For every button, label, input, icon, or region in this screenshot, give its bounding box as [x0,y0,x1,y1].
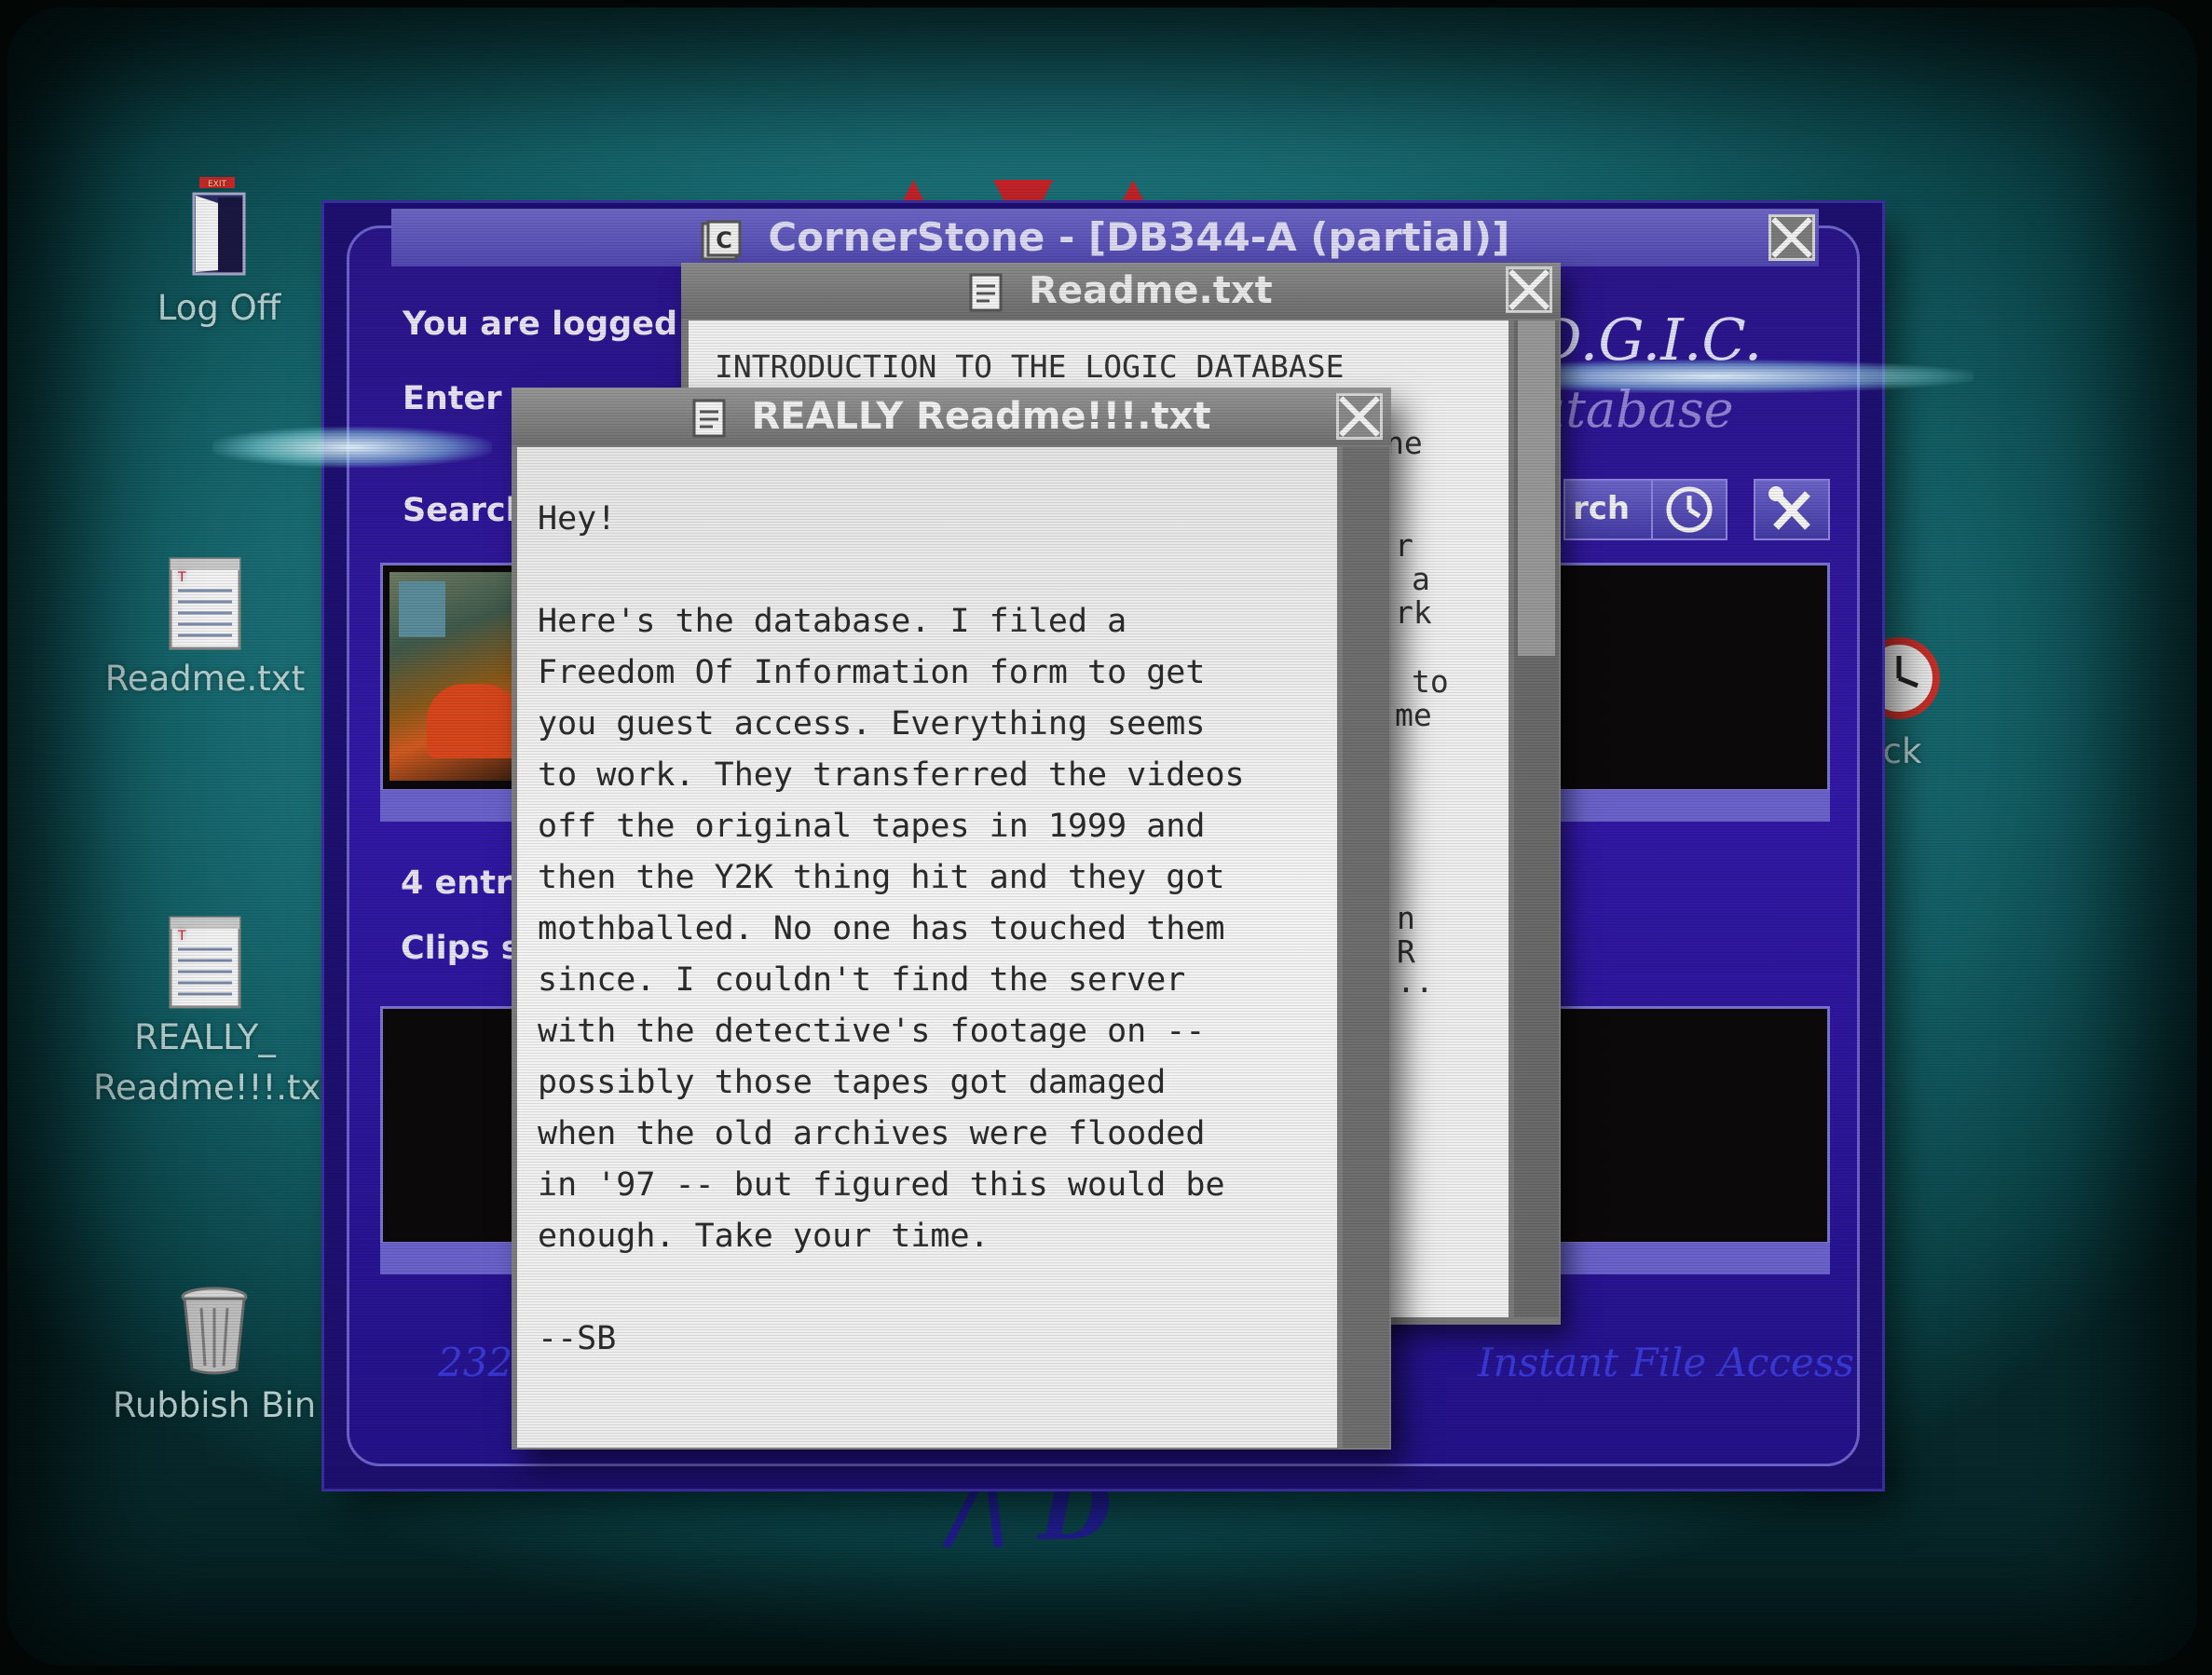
readme-fragment: r [1395,527,1413,564]
cornerstone-app-icon: C [701,220,742,260]
desktop-icon-label-line2: Readme!!!.txt [93,1068,335,1108]
footer-tagline: Instant File Access [1478,1340,1854,1385]
history-button[interactable] [1651,479,1727,540]
thumbnail-frame-art [399,581,445,637]
desktop-icon-really-readme[interactable]: T REALLY_ Readme!!!.txt [93,916,335,1113]
settings-button[interactable] [1754,479,1830,540]
readme-fragment: n [1397,900,1415,936]
desktop-icon-label: Readme.txt [104,659,306,699]
really-readme-title: REALLY Readme!!!.txt [751,395,1211,438]
desktop-icon-label: REALLY_ [134,1017,276,1057]
glow-streak-left [212,427,492,468]
clock-icon [1666,486,1713,533]
really-readme-text-area[interactable]: Hey! Here's the database. I filed a Free… [517,447,1337,1448]
svg-text:C: C [716,227,732,253]
desktop-icon-readme[interactable]: T Readme.txt [93,557,317,704]
svg-text:T: T [177,929,186,944]
svg-text:EXIT: EXIT [208,180,227,189]
readme-fragment: .. [1397,963,1434,1000]
readme-fragment: me [1395,697,1432,733]
exit-door-icon: EXIT [192,177,246,276]
desktop-icon-label: Log Off [157,288,281,328]
readme-fragment: to [1412,663,1449,700]
thumbnail-figure [427,684,520,758]
brand-subtitle-text: atabase [1536,380,1734,439]
document-icon [969,273,1003,312]
tools-icon [1768,486,1810,530]
readme-heading: INTRODUCTION TO THE LOGIC DATABASE [715,348,1345,385]
search-label: Search [403,492,529,529]
readme-fragment: rk [1395,594,1432,631]
document-icon [692,399,725,438]
really-readme-scrollbar[interactable] [1343,447,1389,1448]
readme-scrollbar[interactable] [1514,320,1559,1317]
readme-fragment: a [1412,561,1430,597]
crt-screen: ▲ ▼ ▲ /\ D EXIT Log Off T Readme.txt [7,7,2197,1666]
readme-scrollbar-thumb[interactable] [1518,320,1555,656]
really-readme-window[interactable]: REALLY Readme!!!.txt Hey! Here's the dat… [512,388,1391,1450]
text-file-icon: T [169,557,241,650]
trash-bin-icon [181,1287,248,1375]
cornerstone-title-bar[interactable]: C CornerStone - [DB344-A (partial)] [391,209,1819,266]
readme-title-bar[interactable]: Readme.txt [681,263,1561,319]
cornerstone-close-button[interactable] [1768,214,1815,261]
really-readme-body: Hey! Here's the database. I filed a Free… [538,500,1245,1357]
desktop-icon-label: Rubbish Bin [112,1385,317,1425]
desktop-icon-log-off[interactable]: EXIT Log Off [107,177,331,334]
brand-logo-text: D.G.I.C. [1536,306,1763,374]
footer-left-text: 232 [438,1340,513,1385]
cornerstone-title: CornerStone - [DB344-A (partial)] [768,214,1510,260]
desktop-icon-rubbish-bin[interactable]: Rubbish Bin [102,1284,326,1431]
entries-count: 4 entri [401,865,524,902]
text-file-icon: T [169,916,241,1009]
readme-close-button[interactable] [1506,266,1552,313]
svg-text:T: T [177,570,186,585]
readme-title: Readme.txt [1029,269,1273,312]
search-button-label: rch [1573,490,1631,527]
really-readme-title-bar[interactable]: REALLY Readme!!!.txt [512,388,1391,445]
really-readme-close-button[interactable] [1336,393,1383,440]
